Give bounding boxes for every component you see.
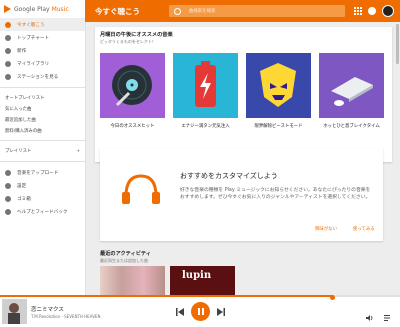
queue-icon[interactable]: [384, 307, 392, 321]
nav-label: 今すぐ聴こう: [17, 22, 45, 28]
next-track-icon[interactable]: [217, 308, 225, 316]
customize-title: おすすめをカスタマイズしよう: [180, 172, 278, 180]
player-actions: [366, 307, 392, 321]
player-bar: 恋ニミマクス T.M.Revolution - SEVENTH HEAVEN: [0, 295, 400, 327]
nav-stations[interactable]: ステーションを見る: [0, 70, 85, 83]
playlist-title: プレイリスト: [5, 149, 32, 154]
progress-knob[interactable]: [330, 295, 335, 300]
apps-grid-icon[interactable]: [354, 7, 362, 15]
nav-top-charts[interactable]: トップチャート: [0, 31, 85, 44]
recommendation-subtitle: ピッタリくるものをセレクト！: [100, 39, 156, 44]
progress-bar[interactable]: [0, 295, 400, 297]
add-playlist-button[interactable]: +: [76, 149, 80, 154]
radio-icon: [5, 73, 11, 80]
tile-caption: 限界解除ビーストモード: [254, 124, 303, 129]
divider: [0, 140, 85, 141]
recommendation-title: 月曜日の午後にオススメの音楽: [100, 32, 173, 38]
laptop-art-icon: [319, 53, 384, 118]
recent-album-2[interactable]: lupin: [170, 266, 235, 296]
nav-trash[interactable]: ゴミ箱: [0, 192, 85, 205]
settings-icon: [5, 182, 11, 189]
customize-card: おすすめをカスタマイズしよう 好きな音楽の種類を Play ミュージックにお知ら…: [100, 148, 383, 241]
playlist-header: プレイリスト +: [0, 145, 85, 157]
nav-listen-now[interactable]: 今すぐ聴こう: [0, 18, 85, 31]
sidebar: Google Play Music 今すぐ聴こう トップチャート 新作 マイライブ…: [0, 0, 86, 296]
song-artist: T.M.Revolution - SEVENTH HEAVEN: [31, 314, 101, 319]
recommendation-card: 月曜日の午後にオススメの音楽 ピッタリくるものをセレクト！ 今日のオススメヒット…: [95, 27, 392, 162]
scrollbar[interactable]: [396, 24, 399, 64]
top-app-bar: 今すぐ聴こう: [85, 0, 400, 22]
nav-label: 音楽をアップロード: [17, 170, 59, 176]
customize-description: 好きな音楽の種類を Play ミュージックにお知らせください。あなたにぴったりの…: [180, 188, 371, 200]
nav-label: 設定: [17, 183, 27, 189]
play-logo-icon: [4, 5, 11, 13]
recent-activity-subtitle: 最近再生または追加した曲: [100, 258, 148, 263]
help-icon: [5, 208, 11, 215]
search-input[interactable]: [187, 7, 331, 15]
nav-upload-music[interactable]: 音楽をアップロード: [0, 166, 85, 179]
playlist-tile-break-time[interactable]: ホッとひと息ブレイクタイム: [319, 53, 384, 129]
nav-label: ゴミ箱: [17, 196, 31, 202]
pause-icon: [197, 308, 200, 315]
song-title: 恋ニミマクス: [31, 307, 64, 313]
divider: [0, 87, 85, 88]
logo-music-text: Music: [51, 5, 69, 13]
nav-new-releases[interactable]: 新作: [0, 44, 85, 57]
tile-caption: ホッとひと息ブレイクタイム: [323, 124, 380, 129]
nav-label: トップチャート: [17, 35, 50, 41]
divider: [0, 161, 85, 162]
nav-help-feedback[interactable]: ヘルプとフィードバック: [0, 205, 85, 218]
nav-label: ステーションを見る: [17, 74, 59, 80]
notifications-icon[interactable]: [368, 7, 376, 15]
library-icon: [5, 60, 11, 67]
nav-label: ヘルプとフィードバック: [17, 209, 68, 215]
tile-caption: エナジー満タン元気注入: [181, 124, 230, 129]
chart-icon: [5, 34, 11, 41]
try-it-button[interactable]: 使ってみる: [353, 226, 375, 232]
nav-label: 新作: [17, 48, 27, 54]
headphones-illustration-icon: [122, 174, 160, 204]
search-box[interactable]: [169, 5, 345, 17]
header-actions: [354, 5, 394, 17]
playlist-tile-energy[interactable]: エナジー満タン元気注入: [173, 53, 238, 129]
playlist-tile-beast-mode[interactable]: 限界解除ビーストモード: [246, 53, 311, 129]
account-avatar[interactable]: [382, 5, 394, 17]
album-cover-text: lupin: [182, 270, 212, 281]
main-content: 月曜日の午後にオススメの音楽 ピッタリくるものをセレクト！ 今日のオススメヒット…: [85, 22, 400, 296]
search-icon: [174, 7, 181, 15]
not-interested-button[interactable]: 興味がない: [315, 226, 337, 232]
nav-label: マイライブラリ: [17, 61, 50, 67]
battery-art-icon: [173, 53, 238, 118]
nav-settings[interactable]: 設定: [0, 179, 85, 192]
trash-icon: [5, 195, 11, 202]
previous-track-icon[interactable]: [176, 308, 184, 316]
app-logo[interactable]: Google Play Music: [0, 0, 85, 18]
new-icon: [5, 47, 11, 54]
playlist-tile-today-hits[interactable]: 今日のオススメヒット: [100, 53, 165, 129]
vinyl-record-art-icon: [100, 53, 165, 118]
beast-mask-art-icon: [246, 53, 311, 118]
album-cover[interactable]: [2, 299, 27, 324]
auto-playlist-purchased[interactable]: 無料/購入済みの曲: [0, 125, 85, 136]
logo-text: Google Play: [14, 5, 50, 13]
auto-playlist-recent[interactable]: 最近追加した曲: [0, 114, 85, 125]
volume-icon[interactable]: [366, 307, 374, 321]
auto-playlist-header: オートプレイリスト: [5, 95, 45, 101]
pause-button[interactable]: [191, 302, 210, 321]
auto-playlist-liked[interactable]: 気に入った曲: [0, 103, 85, 114]
recent-activity-title: 最近のアクティビティ: [100, 251, 151, 257]
nav-my-library[interactable]: マイライブラリ: [0, 57, 85, 70]
headphones-icon: [5, 21, 11, 28]
progress-fill: [0, 295, 332, 297]
recent-album-1[interactable]: [100, 266, 165, 296]
tile-caption: 今日のオススメヒット: [110, 124, 155, 129]
page-title: 今すぐ聴こう: [95, 7, 140, 16]
upload-icon: [5, 169, 11, 176]
